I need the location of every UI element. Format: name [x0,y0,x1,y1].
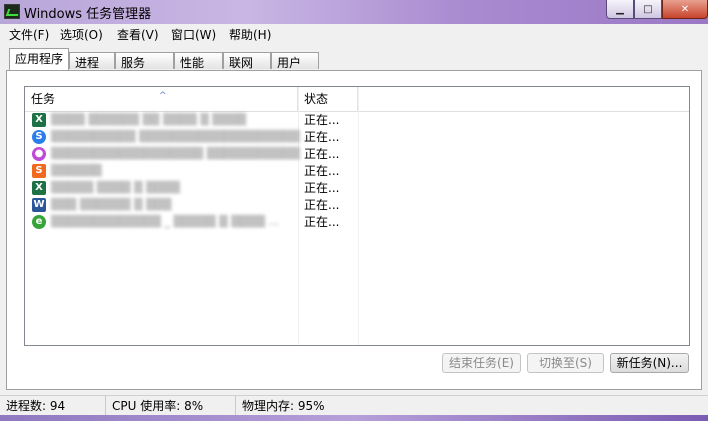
sogou-s-icon: S [32,164,46,178]
new-task-button[interactable]: 新任务(N)... [610,353,689,373]
task-status: 正在... [304,130,340,144]
menu-view[interactable]: 查看(V) [117,26,159,43]
excel-icon: X [32,181,46,195]
task-status: 正在... [304,215,340,229]
task-name: ▒▒▒▒ ▒▒▒▒▒▒ ▒▒ ▒▒▒▒ ▒ ▒▒▒▒ [51,113,247,126]
task-status: 正在... [304,147,340,161]
column-header-status[interactable]: 状态 [298,87,358,111]
excel-icon: X [32,113,46,127]
task-name: ▒▒▒▒▒▒▒▒▒▒▒▒▒▒▒▒▒▒ ▒▒▒▒▒▒▒▒▒▒▒ [51,147,300,160]
task-manager-icon [4,4,20,19]
cpu-usage: CPU 使用率: 8% [106,396,236,416]
minimize-button[interactable]: ▁ [606,0,634,19]
close-button[interactable]: ✕ [662,0,708,19]
task-name: ▒▒▒▒▒ ▒▒▒▒ ▒ ▒▒▒▒ [51,181,180,194]
tab-services[interactable]: 服务 [115,52,174,70]
tab-users[interactable]: 用户 [271,52,319,70]
task-row[interactable]: W ▒▒▒ ▒▒▒▒▒▒ ▒ ▒▒▒ 正在... [25,197,689,214]
window-controls: ▁ □ ✕ [606,0,708,20]
task-rows: X ▒▒▒▒ ▒▒▒▒▒▒ ▒▒ ▒▒▒▒ ▒ ▒▒▒▒ 正在... S ▒▒▒▒▒▒▒… [25,112,689,231]
task-row[interactable]: e ▒▒▒▒▒▒▒▒▒▒▒▒▒ _ ▒▒▒▒▒ ▒ ▒▒▒▒ ... 正在... [25,214,689,231]
browser-s-icon: S [32,130,46,144]
close-icon: ✕ [680,3,690,15]
task-name: ▒▒▒ ▒▒▒▒▒▒ ▒ ▒▒▒ [51,198,172,211]
task-row[interactable]: X ▒▒▒▒ ▒▒▒▒▒▒ ▒▒ ▒▒▒▒ ▒ ▒▒▒▒ 正在... [25,112,689,129]
column-task-label: 任务 [31,92,56,106]
column-header-task[interactable]: 任务 ^ [25,87,298,111]
task-manager-window: Windows 任务管理器 ▁ □ ✕ 文件(F) 选项(O) 查看(V) 窗口… [0,0,708,421]
menu-bar: 文件(F) 选项(O) 查看(V) 窗口(W) 帮助(H) [0,24,708,44]
process-count: 进程数: 94 [0,396,106,416]
tab-strip: 应用程序 进程 服务 性能 联网 用户 [0,46,708,72]
task-row[interactable]: ● ▒▒▒▒▒▒▒▒▒▒▒▒▒▒▒▒▒▒ ▒▒▒▒▒▒▒▒▒▒▒ 正在... [25,146,689,163]
status-bar: 进程数: 94 CPU 使用率: 8% 物理内存: 95% [0,395,708,416]
menu-window[interactable]: 窗口(W) [171,26,216,43]
sort-ascending-icon: ^ [159,91,167,101]
switch-to-button[interactable]: 切换至(S) [527,353,604,373]
task-name: ▒▒▒▒▒▒▒▒▒▒▒▒▒ _ ▒▒▒▒▒ ▒ ▒▒▒▒ ... [51,215,280,228]
task-status: 正在... [304,198,340,212]
tab-networking[interactable]: 联网 [223,52,271,70]
end-task-button[interactable]: 结束任务(E) [442,353,521,373]
color-circle-icon: ● [32,147,46,161]
task-status: 正在... [304,164,340,178]
tab-performance[interactable]: 性能 [174,52,223,70]
task-status: 正在... [304,181,340,195]
task-row[interactable]: S ▒▒▒▒▒▒▒▒▒▒ ▒▒▒▒▒▒▒▒▒▒▒▒▒▒▒▒▒▒▒ ... 正在... [25,129,689,146]
minimize-icon: ▁ [616,3,624,15]
memory-usage: 物理内存: 95% [242,399,325,413]
maximize-icon: □ [643,3,653,15]
word-icon: W [32,198,46,212]
maximize-button[interactable]: □ [634,0,662,19]
window-bottom-border [0,415,708,421]
window-title: Windows 任务管理器 [24,7,152,22]
menu-file[interactable]: 文件(F) [9,26,49,43]
task-status: 正在... [304,113,340,127]
column-status-label: 状态 [304,92,329,106]
task-row[interactable]: S ▒▒▒▒▒▒ 正在... [25,163,689,180]
task-list[interactable]: 任务 ^ 状态 X ▒▒▒▒ ▒▒▒▒▒▒ ▒▒ ▒▒▒▒ ▒ ▒▒▒▒ 正在...… [24,86,690,346]
task-list-header: 任务 ^ 状态 [25,87,689,112]
task-name: ▒▒▒▒▒▒▒▒▒▒ ▒▒▒▒▒▒▒▒▒▒▒▒▒▒▒▒▒▒▒ ... [51,130,314,143]
title-bar[interactable]: Windows 任务管理器 ▁ □ ✕ [0,0,708,24]
ie-icon: e [32,215,46,229]
task-name: ▒▒▒▒▒▒ [51,164,102,177]
menu-options[interactable]: 选项(O) [60,26,103,43]
tab-processes[interactable]: 进程 [69,52,115,70]
menu-help[interactable]: 帮助(H) [229,26,271,43]
tab-applications[interactable]: 应用程序 [9,48,69,70]
task-row[interactable]: X ▒▒▒▒▒ ▒▒▒▒ ▒ ▒▒▒▒ 正在... [25,180,689,197]
